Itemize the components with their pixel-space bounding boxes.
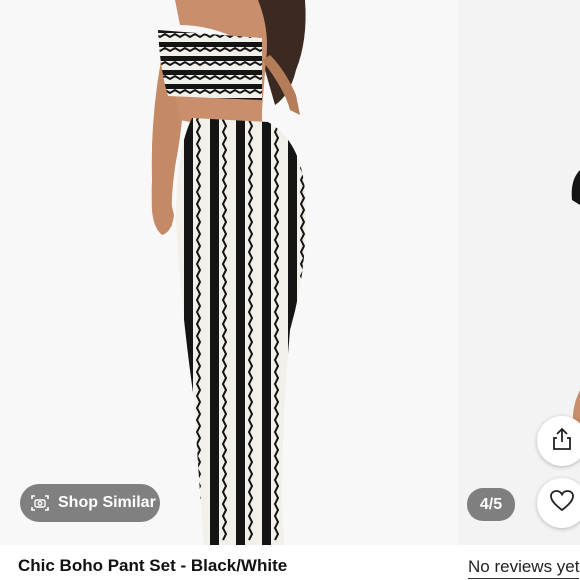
image-counter: 4/5 bbox=[467, 488, 515, 521]
model-wearing-striped-set-image bbox=[151, 0, 306, 545]
shop-similar-label: Shop Similar bbox=[58, 494, 156, 511]
reviews-link[interactable]: No reviews yet bbox=[468, 557, 580, 579]
heart-icon bbox=[549, 489, 575, 518]
shop-similar-button[interactable]: Shop Similar bbox=[20, 484, 160, 522]
product-title: Chic Boho Pant Set - Black/White bbox=[18, 556, 288, 575]
like-button[interactable] bbox=[537, 478, 580, 528]
product-image-gallery[interactable]: Shop Similar 4/5 bbox=[0, 0, 580, 545]
product-photo[interactable] bbox=[0, 0, 458, 545]
share-button[interactable] bbox=[537, 416, 580, 466]
camera-scan-icon bbox=[30, 493, 50, 513]
share-icon bbox=[551, 427, 573, 456]
